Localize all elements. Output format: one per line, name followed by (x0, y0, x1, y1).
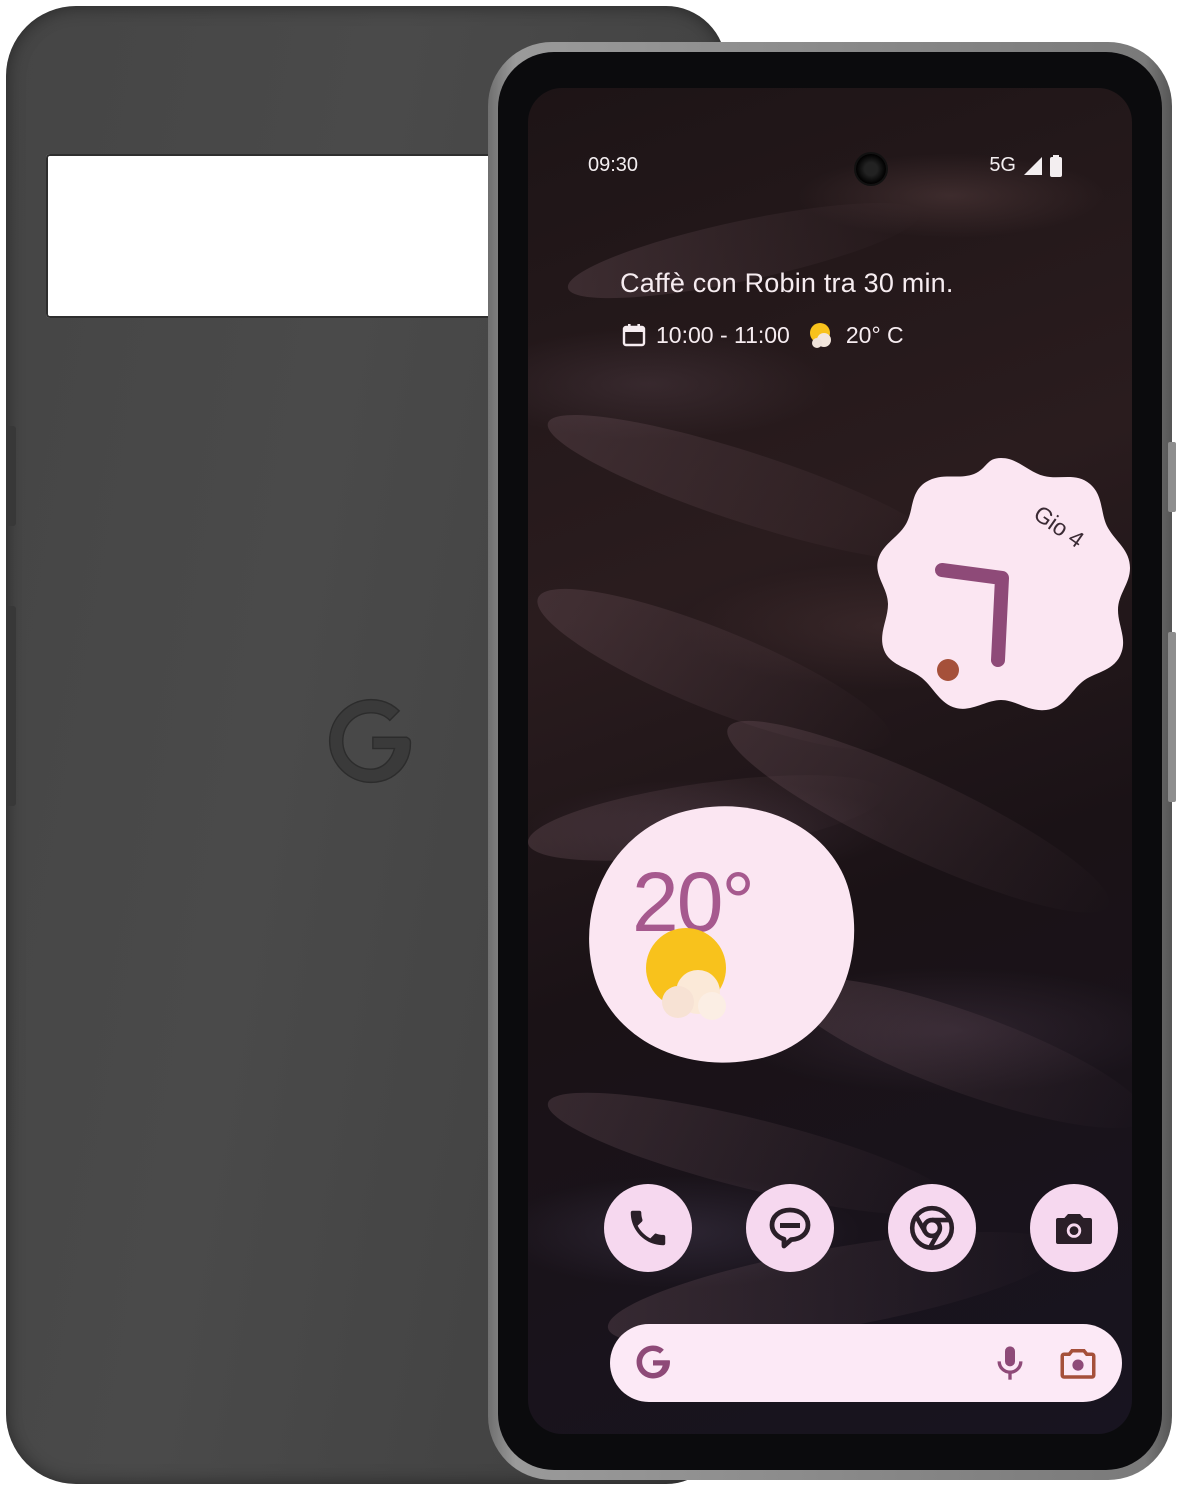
calendar-icon (622, 324, 646, 347)
phone-icon (630, 1210, 666, 1246)
volume-buttons (1168, 632, 1176, 802)
messages-app[interactable] (746, 1184, 834, 1272)
front-camera (856, 154, 886, 184)
event-time: 10:00 - 11:00 (656, 321, 790, 348)
case-camera-cutout (46, 154, 506, 318)
google-g-icon[interactable] (632, 1340, 674, 1384)
messages-icon (769, 1207, 811, 1249)
partly-sunny-icon (809, 323, 831, 348)
power-button (1168, 442, 1176, 512)
microphone-icon[interactable] (990, 1342, 1030, 1384)
phone-device: 09:30 5G Caffè con Robin tra 30 min. 10:… (488, 42, 1176, 1480)
app-dock (604, 1184, 1120, 1274)
signal-icon (1024, 156, 1042, 175)
case-button-cover (6, 426, 16, 526)
network-type: 5G (989, 154, 1016, 176)
chrome-icon (909, 1205, 955, 1251)
lens-icon[interactable] (1056, 1342, 1100, 1384)
status-icons: 5G (989, 154, 1062, 177)
chrome-app[interactable] (888, 1184, 976, 1272)
camera-icon (1056, 1214, 1092, 1244)
google-search-bar[interactable] (610, 1324, 1122, 1402)
sun-cloud-icon (646, 928, 726, 1020)
home-screen: 09:30 5G Caffè con Robin tra 30 min. 10:… (528, 88, 1132, 1434)
battery-icon (1050, 154, 1062, 177)
clock-face (877, 458, 1130, 711)
at-a-glance-title[interactable]: Caffè con Robin tra 30 min. (620, 268, 954, 299)
camera-app[interactable] (1030, 1184, 1118, 1272)
at-a-glance-details[interactable]: 10:00 - 11:00 20° C (622, 320, 904, 350)
phone-app[interactable] (604, 1184, 692, 1272)
glance-temperature: 20° C (845, 321, 904, 348)
google-logo-icon (328, 698, 412, 784)
phone-bezel: 09:30 5G Caffè con Robin tra 30 min. 10:… (498, 52, 1162, 1470)
status-time: 09:30 (588, 154, 639, 176)
case-button-cover (6, 606, 16, 806)
clock-widget[interactable]: Gio 4 (868, 450, 1132, 716)
